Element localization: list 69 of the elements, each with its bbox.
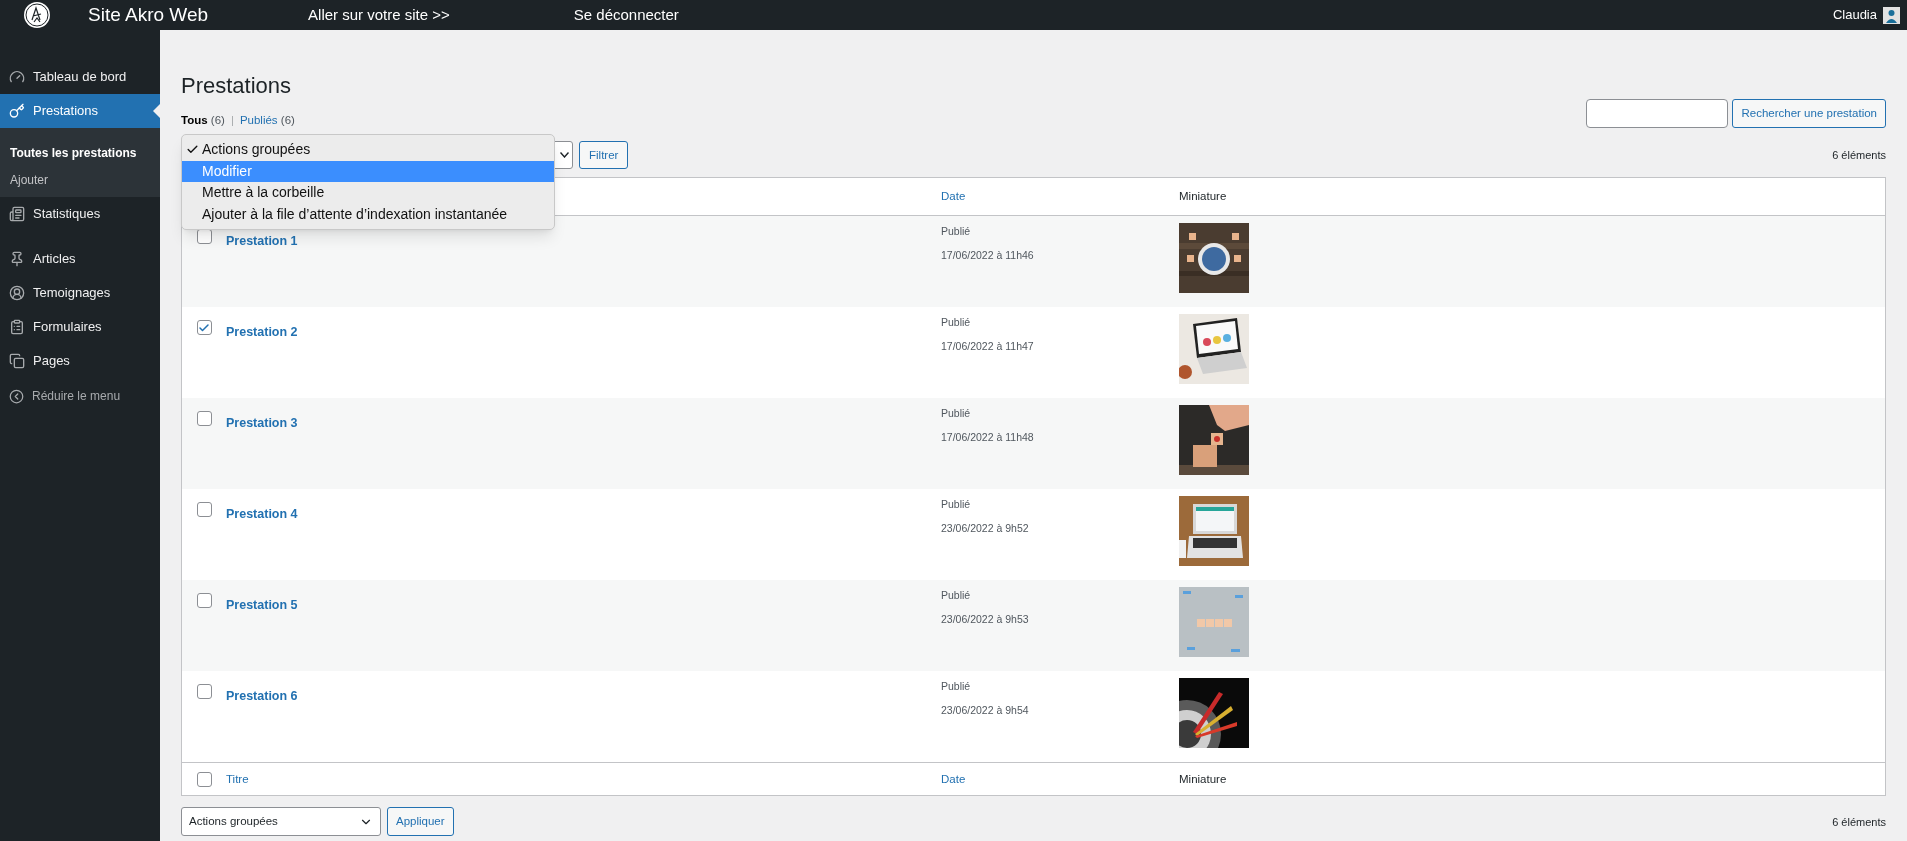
avatar-icon[interactable] <box>1883 6 1900 24</box>
filter-link[interactable]: Publiés (6) <box>239 112 295 130</box>
row-checkbox[interactable] <box>196 593 212 609</box>
site-title[interactable]: Site Akro Web <box>88 0 209 30</box>
sidebar-item[interactable]: Tableau de bord <box>0 60 160 94</box>
post-title-link[interactable]: Prestation 1 <box>226 234 298 249</box>
search-button[interactable]: Rechercher une prestation <box>1732 98 1886 128</box>
submenu-item[interactable]: Ajouter <box>0 166 160 193</box>
logout-link[interactable]: Se déconnecter <box>573 3 679 27</box>
user-name[interactable]: Claudia <box>1832 5 1877 25</box>
post-title-link[interactable]: Prestation 2 <box>226 325 298 340</box>
select-all-checkbox[interactable] <box>196 771 212 787</box>
pin-icon <box>9 251 25 267</box>
post-status: Publié <box>941 679 972 695</box>
post-title-link[interactable]: Prestation 5 <box>226 598 298 613</box>
row-checkbox[interactable] <box>196 320 212 336</box>
sidebar-item[interactable]: Prestations <box>0 94 160 128</box>
gauge-icon <box>9 69 25 85</box>
user-circle-icon <box>9 285 25 301</box>
column-header: Miniature <box>1179 771 1227 787</box>
sidebar-item[interactable]: Statistiques <box>0 197 160 231</box>
item-count: 6 éléments <box>1832 814 1886 830</box>
filter-button[interactable]: Filtrer <box>579 141 629 170</box>
check-icon <box>198 321 210 334</box>
sidebar-item[interactable]: Pages <box>0 344 160 378</box>
post-status: Publié <box>941 406 972 422</box>
row-checkbox[interactable] <box>196 684 212 700</box>
filter-separator: | <box>230 113 234 128</box>
row-checkbox[interactable] <box>196 502 212 518</box>
post-status: Publié <box>941 315 972 331</box>
newspaper-icon <box>9 206 25 222</box>
chevron-left-icon <box>9 388 24 404</box>
page-title: Prestations <box>181 75 292 97</box>
column-header[interactable]: Titre <box>226 770 941 788</box>
post-status: Publié <box>941 588 972 604</box>
visit-site-link[interactable]: Aller sur votre site >> <box>308 3 450 27</box>
item-count: 6 éléments <box>1832 148 1886 163</box>
sidebar-item[interactable]: Formulaires <box>0 310 160 344</box>
post-date: 23/06/2022 à 9h53 <box>941 612 1030 627</box>
search-field[interactable] <box>1586 98 1729 128</box>
post-title-link[interactable]: Prestation 6 <box>226 689 298 704</box>
post-date: 23/06/2022 à 9h54 <box>941 703 1030 718</box>
submenu-item[interactable]: Toutes les prestations <box>0 139 160 166</box>
filter-link[interactable]: Tous (6) <box>181 112 225 130</box>
post-date: 17/06/2022 à 11h47 <box>941 339 1035 354</box>
menu-option[interactable]: Actions groupées <box>182 139 554 161</box>
post-title-link[interactable]: Prestation 4 <box>226 507 298 522</box>
post-status: Publié <box>941 497 972 513</box>
sidebar-item[interactable]: Articles <box>0 242 160 276</box>
post-date: 17/06/2022 à 11h46 <box>941 248 1035 263</box>
collapse-menu-button[interactable]: Réduire le menu <box>0 379 160 413</box>
active-pointer-icon <box>153 104 160 118</box>
post-status: Publié <box>941 224 972 240</box>
pages-icon <box>9 353 25 369</box>
menu-option[interactable]: Ajouter à la file d’attente d’indexation instantanée <box>182 203 554 225</box>
clipboard-icon <box>9 319 25 335</box>
post-title-link[interactable]: Prestation 3 <box>226 416 298 431</box>
row-checkbox[interactable] <box>196 411 212 427</box>
menu-option[interactable]: Mettre à la corbeille <box>182 182 554 204</box>
apply-button[interactable]: Appliquer <box>387 807 454 837</box>
sidebar-item[interactable]: Temoignages <box>0 276 160 310</box>
key-icon <box>9 103 25 119</box>
chevron-down-icon <box>560 152 569 159</box>
column-header[interactable]: Date <box>941 770 1179 788</box>
column-header[interactable]: Date <box>941 188 1179 206</box>
post-date: 17/06/2022 à 11h48 <box>941 430 1035 445</box>
post-date: 23/06/2022 à 9h52 <box>941 521 1030 536</box>
column-header: Miniature <box>1179 189 1227 205</box>
bulk-actions-select[interactable]: Actions groupées <box>181 807 381 837</box>
